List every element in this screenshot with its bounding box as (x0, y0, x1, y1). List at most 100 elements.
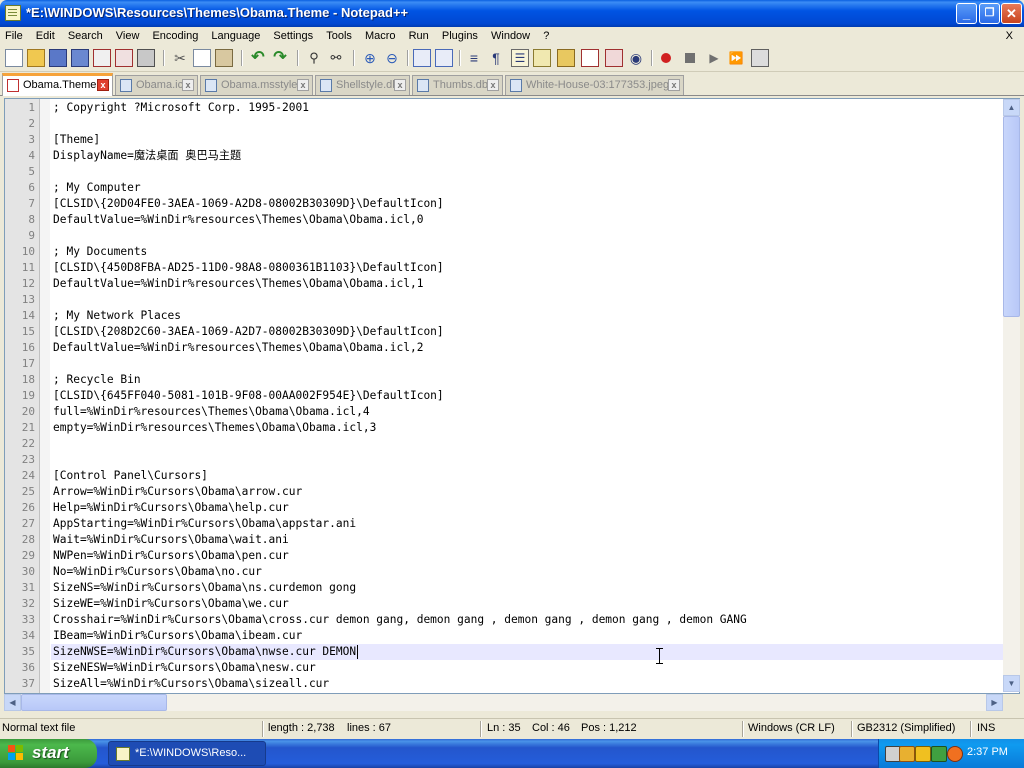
open-folder-icon[interactable] (27, 49, 45, 67)
indent-guide-icon[interactable]: ☰ (511, 49, 529, 67)
status-eol-format[interactable]: Windows (CR LF) (748, 722, 835, 734)
scroll-down-icon[interactable]: ▼ (1003, 675, 1020, 692)
code-line[interactable]: [CLSID\{208D2C60-3AEA-1069-A2D7-08002B30… (53, 324, 444, 340)
code-line[interactable]: DefaultValue=%WinDir%resources\Themes\Ob… (53, 340, 423, 356)
print-icon[interactable] (137, 49, 155, 67)
save-macro-icon[interactable] (751, 49, 769, 67)
code-line[interactable]: AppStarting=%WinDir%Cursors\Obama\appsta… (53, 516, 356, 532)
menu-tools[interactable]: Tools (321, 27, 357, 46)
taskbar-item-notepad[interactable]: *E:\WINDOWS\Reso... (108, 741, 266, 766)
stop-recording-icon[interactable] (681, 49, 699, 67)
minimize-button[interactable]: _ (956, 3, 977, 24)
text-editor[interactable]: 1 ; Copyright ?Microsoft Corp. 1995-2001 2… (4, 98, 1020, 694)
status-encoding[interactable]: GB2312 (Simplified) (857, 722, 955, 734)
horizontal-scroll-thumb[interactable] (21, 694, 167, 711)
menu-file[interactable]: File (0, 27, 28, 46)
close-tab-icon[interactable]: x (487, 79, 499, 91)
tab-shellstyle-dll[interactable]: Shellstyle.dll x (315, 75, 410, 95)
folder-workspace-icon[interactable] (605, 49, 623, 67)
code-line[interactable]: Wait=%WinDir%Cursors\Obama\wait.ani (53, 532, 289, 548)
code-line[interactable]: full=%WinDir%resources\Themes\Obama\Obam… (53, 404, 370, 420)
menu-window[interactable]: Window (486, 27, 535, 46)
code-line[interactable]: Help=%WinDir%Cursors\Obama\help.cur (53, 500, 289, 516)
code-line[interactable]: ; My Computer (53, 180, 141, 196)
code-line[interactable]: [Control Panel\Cursors] (53, 468, 208, 484)
notepad-app-icon[interactable] (5, 5, 21, 21)
start-button[interactable]: start (0, 739, 97, 768)
paste-icon[interactable] (215, 49, 233, 67)
save-icon[interactable] (49, 49, 67, 67)
menu-plugins[interactable]: Plugins (437, 27, 483, 46)
code-line[interactable]: [CLSID\{450D8FBA-AD25-11D0-98A8-0800361B… (53, 260, 444, 276)
scroll-left-icon[interactable]: ◀ (4, 694, 21, 711)
tab-obama-msstyles[interactable]: Obama.msstyles x (200, 75, 313, 95)
close-tab-icon[interactable]: x (97, 79, 109, 91)
zoom-in-icon[interactable]: ⊕ (361, 49, 379, 67)
word-wrap-icon[interactable]: ≡ (465, 49, 483, 67)
search-icon[interactable] (947, 746, 963, 762)
close-all-icon[interactable] (115, 49, 133, 67)
menu-macro[interactable]: Macro (360, 27, 401, 46)
zoom-out-icon[interactable]: ⊖ (383, 49, 401, 67)
code-line[interactable]: ; Recycle Bin (53, 372, 141, 388)
title-bar[interactable]: *E:\WINDOWS\Resources\Themes\Obama.Theme… (0, 0, 1024, 27)
code-line[interactable]: NWPen=%WinDir%Cursors\Obama\pen.cur (53, 548, 289, 564)
code-line[interactable]: ; My Network Places (53, 308, 181, 324)
close-file-icon[interactable] (93, 49, 111, 67)
menu-settings[interactable]: Settings (268, 27, 318, 46)
menu-run[interactable]: Run (404, 27, 434, 46)
menu-language[interactable]: Language (206, 27, 265, 46)
horizontal-scrollbar[interactable]: ◀ ▶ (4, 694, 1003, 711)
record-macro-icon[interactable] (657, 49, 675, 67)
code-line[interactable]: Crosshair=%WinDir%Cursors\Obama\cross.cu… (53, 612, 747, 628)
restore-button[interactable]: ❐ (979, 3, 1000, 24)
menu-edit[interactable]: Edit (31, 27, 60, 46)
undo-icon[interactable]: ↶ (249, 49, 267, 67)
menu-encoding[interactable]: Encoding (147, 27, 203, 46)
save-all-icon[interactable] (71, 49, 89, 67)
menu-view[interactable]: View (111, 27, 145, 46)
document-map-icon[interactable] (557, 49, 575, 67)
menu-search[interactable]: Search (63, 27, 108, 46)
vertical-scroll-thumb[interactable] (1003, 116, 1020, 317)
monitoring-eye-icon[interactable]: ◉ (627, 49, 645, 67)
code-line[interactable]: ; Copyright ?Microsoft Corp. 1995-2001 (53, 100, 309, 116)
sync-horizontal-icon[interactable] (435, 49, 453, 67)
tab-white-house-jpeg[interactable]: White-House-03:177353.jpeg x (505, 75, 684, 95)
close-button[interactable]: ✕ (1001, 3, 1022, 24)
code-line[interactable]: [CLSID\{20D04FE0-3AEA-1069-A2D8-08002B30… (53, 196, 444, 212)
code-line[interactable]: IBeam=%WinDir%Cursors\Obama\ibeam.cur (53, 628, 302, 644)
redo-icon[interactable]: ↷ (271, 49, 289, 67)
replace-icon[interactable]: ⚯ (327, 49, 345, 67)
close-tab-icon[interactable]: x (394, 79, 406, 91)
vertical-scrollbar[interactable]: ▲ ▼ (1003, 99, 1020, 692)
code-line[interactable]: DefaultValue=%WinDir%resources\Themes\Ob… (53, 276, 423, 292)
copy-icon[interactable] (193, 49, 211, 67)
tab-thumbs-db[interactable]: Thumbs.db x (412, 75, 503, 95)
code-line[interactable]: SizeWE=%WinDir%Cursors\Obama\we.cur (53, 596, 289, 612)
cut-icon[interactable]: ✂ (171, 49, 189, 67)
run-macro-multiple-icon[interactable]: ⏩ (727, 49, 745, 67)
find-icon[interactable]: ⚲ (305, 49, 323, 67)
network-icon[interactable] (931, 746, 947, 762)
code-line[interactable]: SizeNESW=%WinDir%Cursors\Obama\nesw.cur (53, 660, 316, 676)
close-document-button[interactable]: X (1001, 27, 1018, 46)
new-file-icon[interactable] (5, 49, 23, 67)
close-tab-icon[interactable]: x (668, 79, 680, 91)
close-tab-icon[interactable]: x (297, 79, 309, 91)
code-line[interactable]: SizeNS=%WinDir%Cursors\Obama\ns.curdemon… (53, 580, 356, 596)
show-all-characters-icon[interactable]: ¶ (487, 49, 505, 67)
code-line[interactable]: SizeAll=%WinDir%Cursors\Obama\sizeall.cu… (53, 676, 329, 692)
code-line[interactable]: empty=%WinDir%resources\Themes\Obama\Oba… (53, 420, 376, 436)
code-line[interactable]: ; My Documents (53, 244, 147, 260)
code-line[interactable]: [CLSID\{645FF040-5081-101B-9F08-00AA002F… (53, 388, 444, 404)
code-line[interactable]: [Theme] (53, 132, 100, 148)
code-line[interactable]: No=%WinDir%Cursors\Obama\no.cur (53, 564, 262, 580)
clock[interactable]: 2:37 PM (967, 746, 1008, 758)
tray-app-icon[interactable] (899, 746, 915, 762)
scroll-right-icon[interactable]: ▶ (986, 694, 1003, 711)
status-insert-mode[interactable]: INS (977, 722, 995, 734)
fold-margin[interactable] (40, 99, 50, 693)
code-line[interactable]: DisplayName=魔法桌面 奥巴马主题 (53, 148, 241, 164)
user-language-icon[interactable] (533, 49, 551, 67)
